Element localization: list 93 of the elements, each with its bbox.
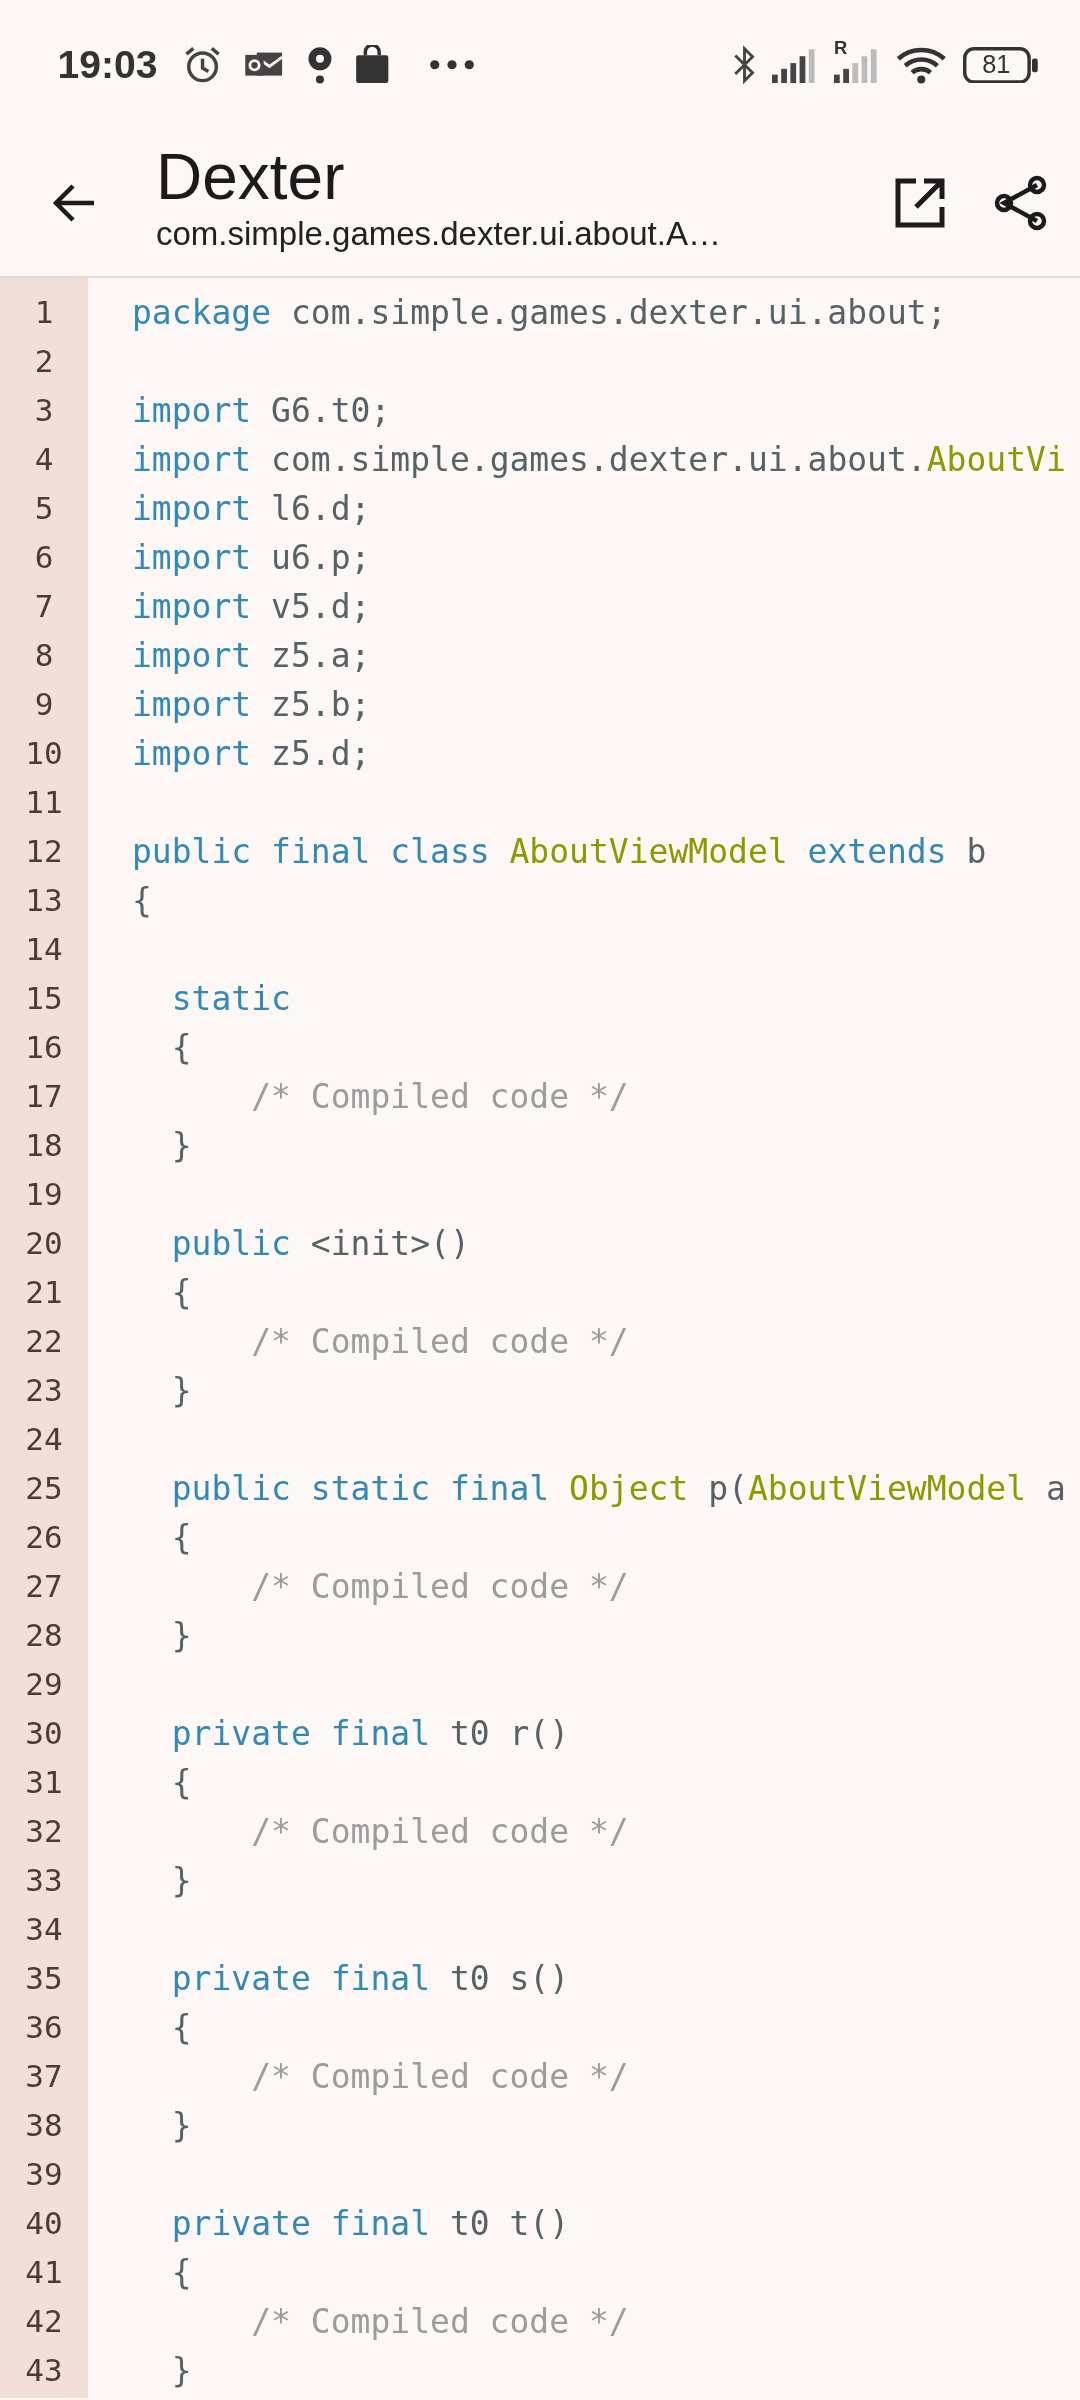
code-line: public final class AboutViewModel extends b <box>132 831 987 871</box>
code-line: { <box>170 2007 192 2047</box>
line-number: 23 <box>25 1371 63 1408</box>
line-number: 10 <box>25 734 63 771</box>
line-number: 42 <box>25 2302 63 2339</box>
line-number: 17 <box>25 1077 63 1114</box>
code-line: static <box>170 978 291 1018</box>
line-number: 39 <box>25 2155 63 2192</box>
line-number: 38 <box>25 2106 63 2143</box>
line-number: 13 <box>25 881 63 918</box>
code-line: /* Compiled code */ <box>250 2301 629 2341</box>
line-number: 15 <box>25 979 63 1016</box>
line-number: 5 <box>34 489 54 526</box>
line-number: 37 <box>25 2057 63 2094</box>
more-dots-icon <box>428 59 475 71</box>
line-number: 30 <box>25 1714 63 1751</box>
code-line: private final t0 t() <box>170 2203 570 2243</box>
line-number: 40 <box>25 2204 63 2241</box>
line-number: 21 <box>25 1273 63 1310</box>
line-number: 22 <box>25 1322 63 1359</box>
line-number: 19 <box>25 1175 63 1212</box>
battery-level: 81 <box>982 50 1011 80</box>
code-line: /* Compiled code */ <box>250 1321 629 1361</box>
roaming-label: R <box>833 37 848 60</box>
line-number: 11 <box>25 783 63 820</box>
line-number: 25 <box>25 1469 63 1506</box>
line-number: 9 <box>34 685 54 722</box>
code-line: import G6.t0; <box>132 390 391 430</box>
code-line: package com.simple.games.dexter.ui.about; <box>132 292 947 332</box>
code-line: { <box>132 880 152 920</box>
code-line: } <box>170 1125 192 1165</box>
code-line: public <init>() <box>170 1223 470 1263</box>
line-number: 3 <box>34 391 54 428</box>
clock-time: 19:03 <box>57 42 158 87</box>
line-number: 16 <box>25 1028 63 1065</box>
line-number: 29 <box>25 1665 63 1702</box>
shopping-bag-icon <box>355 45 390 85</box>
code-line: private final t0 r() <box>170 1713 570 1753</box>
code-line: import u6.p; <box>132 537 371 577</box>
line-number: 18 <box>25 1126 63 1163</box>
code-line: } <box>170 2350 192 2390</box>
code-line: public static final Object p(AboutViewModel a <box>170 1468 1066 1508</box>
share-icon <box>993 173 1047 232</box>
code-line: /* Compiled code */ <box>250 2056 629 2096</box>
line-number: 6 <box>34 538 54 575</box>
code-line: /* Compiled code */ <box>250 1076 629 1116</box>
line-number: 41 <box>25 2253 63 2290</box>
code-line: /* Compiled code */ <box>250 1566 629 1606</box>
line-number: 1 <box>34 293 54 330</box>
code-line: import com.simple.games.dexter.ui.about.AboutVi <box>132 439 1066 479</box>
code-line: import l6.d; <box>132 488 371 528</box>
code-line: import z5.d; <box>132 733 371 773</box>
line-number: 32 <box>25 1812 63 1849</box>
signal-icon <box>771 46 818 84</box>
code-line: { <box>170 1027 192 1067</box>
battery-icon <box>962 46 1039 84</box>
class-name-subtitle: com.simple.games.dexter.ui.about.A… <box>156 215 722 254</box>
line-number: 43 <box>25 2351 63 2388</box>
code-line: { <box>170 1272 192 1312</box>
line-number: 31 <box>25 1763 63 1800</box>
code-line: private final t0 s() <box>170 1958 570 1998</box>
back-button[interactable] <box>52 182 96 223</box>
code-line: import z5.a; <box>132 635 371 675</box>
back-arrow-icon <box>52 182 96 223</box>
code-line: /* Compiled code */ <box>250 1811 629 1851</box>
code-line: { <box>170 2252 192 2292</box>
code-line: import v5.d; <box>132 586 371 626</box>
open-external-icon <box>894 176 946 229</box>
line-number: 20 <box>25 1224 63 1261</box>
code-line: } <box>170 1615 192 1655</box>
code-line: } <box>170 1860 192 1900</box>
line-number: 2 <box>34 342 54 379</box>
line-number: 14 <box>25 930 63 967</box>
wifi-icon <box>896 45 947 85</box>
line-number: 26 <box>25 1518 63 1555</box>
code-line: } <box>170 1370 192 1410</box>
line-number: 4 <box>34 440 54 477</box>
line-number: 27 <box>25 1567 63 1604</box>
line-number: 34 <box>25 1910 63 1947</box>
line-number: 8 <box>34 636 54 673</box>
line-number: 28 <box>25 1616 63 1653</box>
line-number: 7 <box>34 587 54 624</box>
code-line: { <box>170 1762 192 1802</box>
app-title: Dexter <box>156 139 346 215</box>
code-line: } <box>170 2105 192 2145</box>
bluetooth-icon <box>732 44 756 86</box>
code-line: { <box>170 1517 192 1557</box>
line-number: 33 <box>25 1861 63 1898</box>
line-number: 36 <box>25 2008 63 2045</box>
line-number: 24 <box>25 1420 63 1457</box>
code-line: import z5.b; <box>132 684 371 724</box>
line-number: 12 <box>25 832 63 869</box>
line-number: 35 <box>25 1959 63 1996</box>
